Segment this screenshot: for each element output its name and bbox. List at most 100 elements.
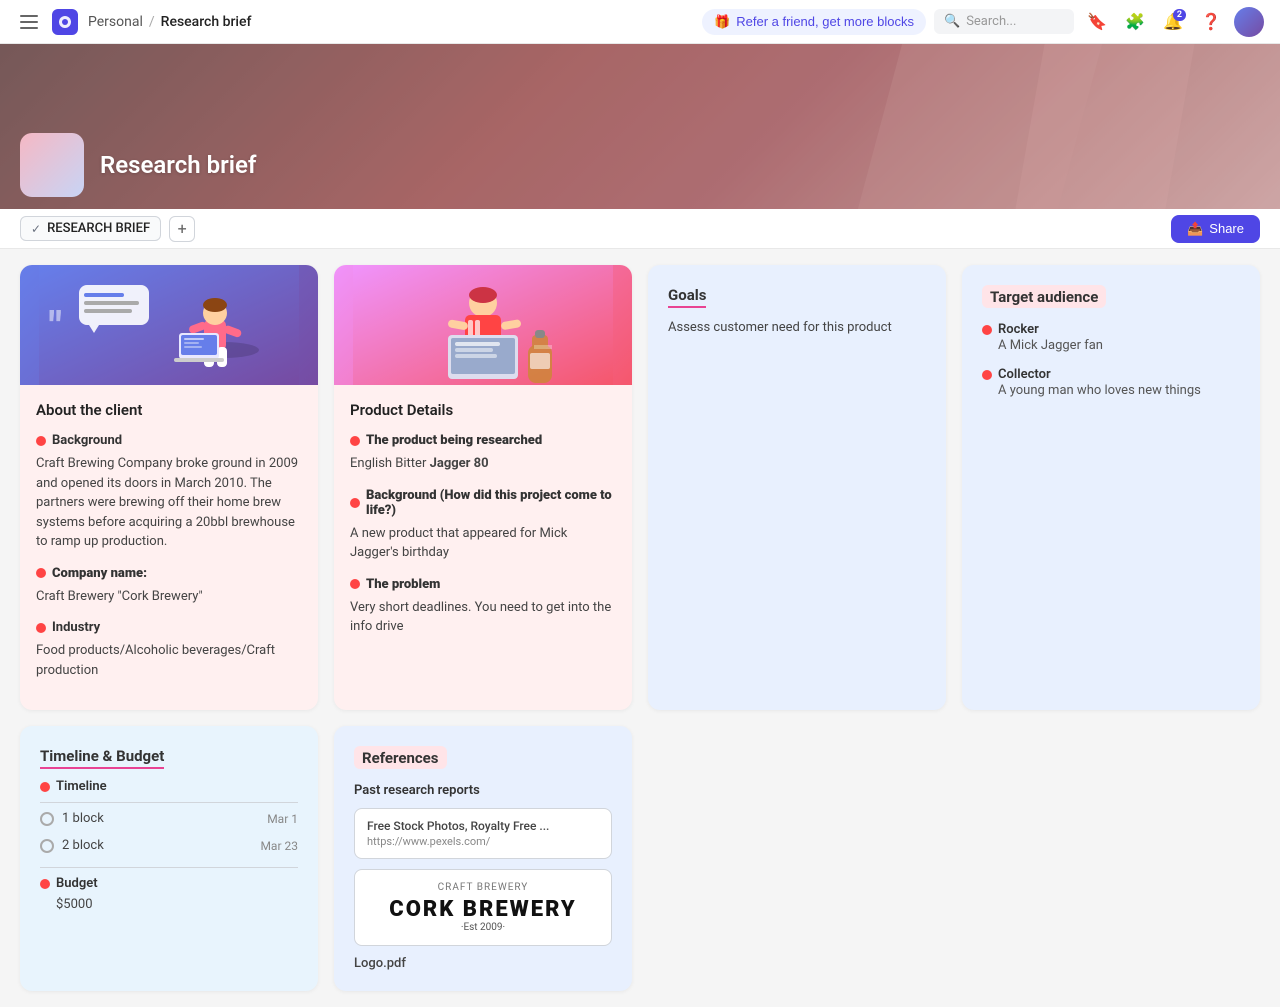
- page-title: Research brief: [100, 151, 256, 179]
- references-header-box: References: [354, 746, 447, 769]
- target-audience-header: Target audience: [982, 285, 1106, 308]
- timeline-date-2: Mar 23: [260, 839, 298, 853]
- help-button[interactable]: ❓: [1196, 7, 1226, 37]
- svg-text:": ": [49, 303, 62, 350]
- tab-check-icon: ✓: [31, 222, 41, 236]
- tab-add-button[interactable]: +: [169, 216, 195, 242]
- prod-background-text: A new product that appeared for Mick Jag…: [350, 524, 616, 563]
- dot-outline-1: [40, 812, 54, 826]
- budget-section-label: Budget: [40, 876, 298, 891]
- audience-desc-rocker: A Mick Jagger fan: [982, 337, 1240, 355]
- notification-button[interactable]: 🔔 2: [1158, 7, 1188, 37]
- timeline-row-2: 2 block Mar 23: [40, 838, 298, 859]
- hero-banner: Research brief: [0, 44, 1280, 209]
- past-reports-label: Past research reports: [354, 783, 612, 798]
- background-label: Background: [36, 433, 302, 448]
- top-nav: Personal / Research brief 🎁 Refer a frie…: [0, 0, 1280, 44]
- workspace-logo[interactable]: [52, 9, 78, 35]
- dot-prod1: [350, 436, 360, 446]
- ref-brewery-item[interactable]: CRAFT BREWERY CORK BREWERY ·Est 2009·: [354, 869, 612, 946]
- search-box[interactable]: 🔍 Search...: [934, 9, 1074, 34]
- product-details-body: Product Details The product being resear…: [334, 385, 632, 667]
- goals-title: Goals: [668, 286, 706, 308]
- about-client-body: About the client Background Craft Brewin…: [20, 385, 318, 710]
- tab-research-brief[interactable]: ✓ RESEARCH BRIEF: [20, 216, 161, 241]
- dot-audience1: [982, 325, 992, 335]
- timeline-row-1: 1 block Mar 1: [40, 811, 298, 832]
- gift-icon: 🎁: [714, 14, 730, 30]
- industry-label: Industry: [36, 620, 302, 635]
- problem-text: Very short deadlines. You need to get in…: [350, 598, 616, 637]
- target-audience-body: Target audience Rocker A Mick Jagger fan…: [962, 265, 1260, 432]
- extensions-button[interactable]: 🧩: [1120, 7, 1150, 37]
- refer-button[interactable]: 🎁 Refer a friend, get more blocks: [702, 9, 926, 35]
- goals-card: Goals Assess customer need for this prod…: [648, 265, 946, 710]
- ref-link-url: https://www.pexels.com/: [367, 835, 599, 848]
- timeline-section-label: Timeline: [40, 779, 298, 794]
- nav-right: 🎁 Refer a friend, get more blocks 🔍 Sear…: [702, 7, 1264, 37]
- hamburger-menu[interactable]: [16, 11, 42, 33]
- hero-content: Research brief: [20, 133, 256, 197]
- user-avatar[interactable]: [1234, 7, 1264, 37]
- brewery-name: CORK BREWERY: [367, 897, 599, 922]
- company-label: Company name:: [36, 566, 302, 581]
- dot-icon: [36, 436, 46, 446]
- dot-budget: [40, 879, 50, 889]
- dot-outline-2: [40, 839, 54, 853]
- share-label: Share: [1209, 221, 1244, 236]
- nav-left: Personal / Research brief: [16, 9, 690, 35]
- dot-prod3: [350, 579, 360, 589]
- workspace-name[interactable]: Personal: [88, 14, 143, 30]
- page-name: Research brief: [161, 14, 252, 30]
- dot-icon3: [36, 623, 46, 633]
- company-text: Craft Brewery "Cork Brewery": [36, 587, 302, 607]
- dot-timeline: [40, 782, 50, 792]
- problem-label: The problem: [350, 577, 616, 592]
- ref-link-title: Free Stock Photos, Royalty Free ...: [367, 819, 599, 833]
- references-card: References Past research reports Free St…: [334, 726, 632, 991]
- bookmark-button[interactable]: 🔖: [1082, 7, 1112, 37]
- dot-prod2: [350, 498, 360, 508]
- about-illustration: ": [20, 265, 318, 385]
- audience-name-rocker: Rocker: [982, 322, 1240, 337]
- audience-name-collector: Collector: [982, 367, 1240, 382]
- product-details-card: Product Details The product being resear…: [334, 265, 632, 710]
- notification-badge: 2: [1173, 9, 1186, 21]
- search-placeholder: Search...: [966, 14, 1016, 29]
- goals-text: Assess customer need for this product: [668, 318, 926, 339]
- timeline-budget-body: Timeline & Budget Timeline 1 block Mar 1…: [20, 726, 318, 932]
- timeline-title: Timeline & Budget: [40, 747, 164, 769]
- page-icon: [20, 133, 84, 197]
- target-audience-title: Target audience: [990, 288, 1098, 306]
- share-icon: 📤: [1187, 221, 1203, 237]
- timeline-block-2-label: 2 block: [40, 838, 260, 853]
- industry-text: Food products/Alcoholic beverages/Craft …: [36, 641, 302, 680]
- product-label: The product being researched: [350, 433, 616, 448]
- audience-entry-rocker: Rocker A Mick Jagger fan: [982, 322, 1240, 355]
- product-details-title: Product Details: [350, 401, 616, 419]
- product-illustration: [334, 265, 632, 385]
- background-text: Craft Brewing Company broke ground in 20…: [36, 454, 302, 552]
- about-client-title: About the client: [36, 401, 302, 419]
- budget-amount: $5000: [40, 897, 298, 912]
- ref-link-item[interactable]: Free Stock Photos, Royalty Free ... http…: [354, 808, 612, 859]
- main-grid: " About the client Background Craft Brew…: [0, 249, 1280, 1007]
- audience-desc-collector: A young man who loves new things: [982, 382, 1240, 400]
- share-button[interactable]: 📤 Share: [1171, 215, 1260, 243]
- logo-pdf-label: Logo.pdf: [354, 956, 612, 971]
- references-title: References: [362, 749, 439, 767]
- dot-icon2: [36, 568, 46, 578]
- prod-background-label: Background (How did this project come to…: [350, 488, 616, 518]
- brewery-est: ·Est 2009·: [367, 922, 599, 933]
- timeline-block-1-label: 1 block: [40, 811, 267, 826]
- brewery-craft-label: CRAFT BREWERY: [367, 882, 599, 893]
- breadcrumb-separator: /: [149, 14, 155, 30]
- references-body: References Past research reports Free St…: [334, 726, 632, 991]
- breadcrumb: Personal / Research brief: [88, 14, 251, 30]
- timeline-date-1: Mar 1: [267, 812, 298, 826]
- goals-body: Goals Assess customer need for this prod…: [648, 265, 946, 359]
- search-icon: 🔍: [944, 14, 960, 29]
- about-client-card: " About the client Background Craft Brew…: [20, 265, 318, 710]
- product-text: English Bitter Jagger 80: [350, 454, 616, 474]
- refer-label: Refer a friend, get more blocks: [736, 14, 914, 29]
